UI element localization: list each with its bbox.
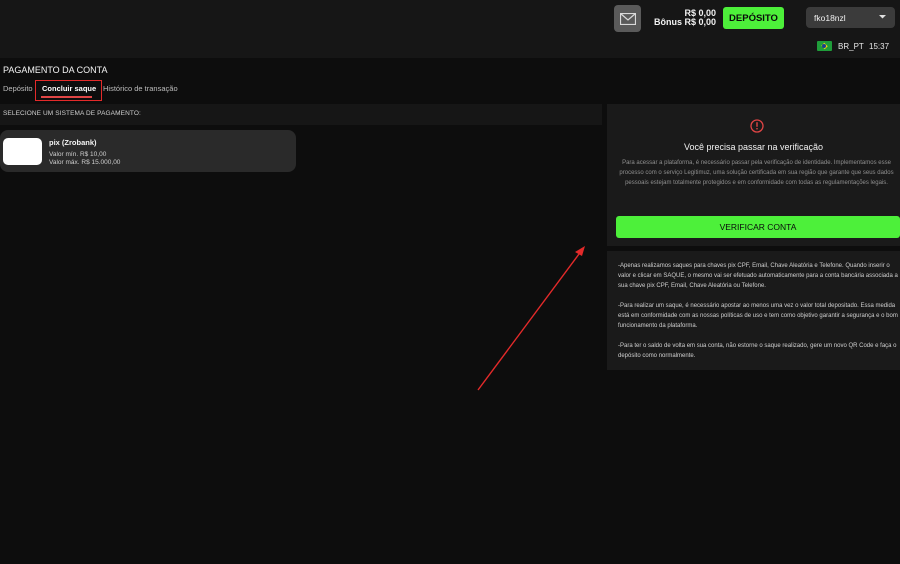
balance-display: R$ 0,00 Bônus R$ 0,00 <box>652 9 716 27</box>
info-paragraph: -Para realizar um saque, é necessário ap… <box>618 303 898 329</box>
clock: 15:37 <box>869 42 890 51</box>
bonus-amount: Bônus R$ 0,00 <box>653 17 716 27</box>
info-paragraph: -Para ter o saldo de volta em sua conta,… <box>618 343 897 359</box>
tab-historico[interactable]: Histórico de transação <box>103 84 178 93</box>
mail-button[interactable] <box>614 5 641 32</box>
locale-label[interactable]: BR_PT <box>838 42 864 51</box>
deposit-button[interactable]: DEPÓSITO <box>723 7 784 29</box>
user-menu-dropdown[interactable]: fko18nzl <box>806 7 895 28</box>
verification-text: Para acessar a plataforma, é necessário … <box>619 160 894 186</box>
warning-icon <box>750 119 764 133</box>
payment-method-logo <box>3 138 42 165</box>
username: fko18nzl <box>814 12 846 23</box>
verification-title: Você precisa passar na verificação <box>683 142 824 152</box>
payment-method-max: Valor máx. R$ 15.000,00 <box>49 159 121 166</box>
payment-section-label: SELECIONE UM SISTEMA DE PAGAMENTO: <box>3 110 141 117</box>
info-paragraph: -Apenas realizamos saques para chaves pi… <box>618 263 898 289</box>
page-title: PAGAMENTO DA CONTA <box>3 65 108 75</box>
chevron-down-icon <box>879 15 886 19</box>
mail-icon <box>619 12 636 25</box>
payment-method-card[interactable]: pix (Zrobank) Valor mín. R$ 10,00 Valor … <box>0 130 296 172</box>
payment-section-header: SELECIONE UM SISTEMA DE PAGAMENTO: <box>0 104 602 125</box>
withdrawal-info-panel: -Apenas realizamos saques para chaves pi… <box>607 251 900 370</box>
payment-method-name: pix (Zrobank) <box>49 138 97 147</box>
brazil-flag-icon[interactable] <box>817 41 832 51</box>
top-bar: R$ 0,00 Bônus R$ 0,00 DEPÓSITO fko18nzl … <box>0 0 900 58</box>
tab-deposito[interactable]: Depósito <box>3 84 33 93</box>
verify-account-button[interactable]: VERIFICAR CONTA <box>616 216 900 238</box>
annotation-highlight-box <box>35 80 102 101</box>
payment-method-min: Valor mín. R$ 10,00 <box>49 151 107 158</box>
